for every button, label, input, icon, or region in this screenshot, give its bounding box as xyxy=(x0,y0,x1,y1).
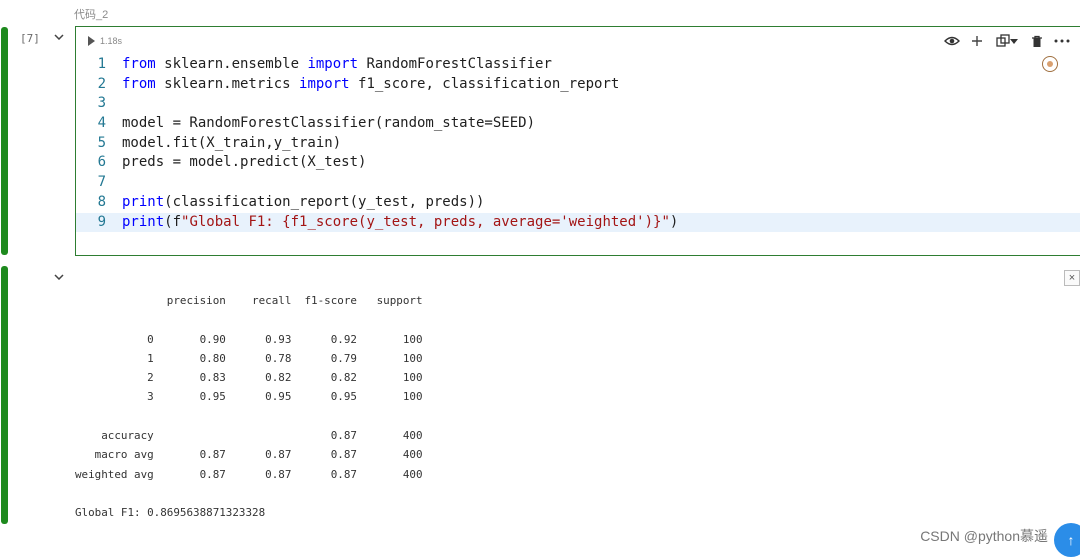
scroll-top-icon[interactable]: ↑ xyxy=(1054,523,1080,557)
trash-icon[interactable] xyxy=(1029,33,1045,49)
code-token: import xyxy=(307,56,359,72)
eye-icon[interactable] xyxy=(944,33,960,49)
code-text: from sklearn.metrics import f1_score, cl… xyxy=(122,75,619,95)
run-icon[interactable] xyxy=(88,36,95,46)
cell-input-bar[interactable] xyxy=(1,27,8,255)
line-number: 9 xyxy=(97,213,106,230)
line-number: 5 xyxy=(97,134,106,151)
close-icon[interactable]: × xyxy=(1064,270,1080,286)
code-token: RandomForestClassifier xyxy=(358,56,552,72)
code-line[interactable]: 4 model = RandomForestClassifier(random_s… xyxy=(76,114,1080,134)
code-line[interactable]: 8 print(classification_report(y_test, pre… xyxy=(76,193,1080,213)
code-line[interactable]: 2 from sklearn.metrics import f1_score, c… xyxy=(76,75,1080,95)
line-number: 3 xyxy=(97,95,106,112)
collapse-input-chevron-icon[interactable] xyxy=(52,30,66,44)
code-token: sklearn.metrics xyxy=(155,75,300,92)
code-line[interactable]: 6 preds = model.predict(X_test) xyxy=(76,153,1080,173)
copy-icon[interactable] xyxy=(994,33,1020,49)
cell-output: precision recall f1-score support 0 0.90… xyxy=(75,294,423,520)
code-text: from sklearn.ensemble import RandomFores… xyxy=(122,55,552,75)
code-token: f1_score, classification_report xyxy=(349,75,620,92)
code-text: print(classification_report(y_test, pred… xyxy=(122,193,484,213)
code-token: preds = model.predict(X_test) xyxy=(122,154,367,171)
code-editor[interactable]: 1.18s 1 from sklearn.ensemble import Rand… xyxy=(75,26,1080,256)
code-area[interactable]: 1 from sklearn.ensemble import RandomFore… xyxy=(76,55,1080,233)
collapse-output-chevron-icon[interactable] xyxy=(52,270,66,284)
code-token: from xyxy=(122,75,156,92)
line-number: 2 xyxy=(97,75,106,92)
cell-output-bar[interactable] xyxy=(1,266,8,524)
code-token: from xyxy=(122,56,156,72)
execution-count: [7] xyxy=(20,32,40,45)
line-number: 1 xyxy=(97,56,106,72)
chevron-down-icon[interactable] xyxy=(1010,38,1018,44)
code-line[interactable]: 1 from sklearn.ensemble import RandomFore… xyxy=(76,55,1080,75)
code-token: (f xyxy=(164,213,182,230)
code-token: "Global F1: {f1_score(y_test, preds, ave… xyxy=(181,213,670,230)
code-token: ) xyxy=(669,213,679,230)
run-time: 1.18s xyxy=(100,36,123,46)
code-text: model.fit(X_train,y_train) xyxy=(122,134,341,154)
code-line[interactable]: 9 print(f"Global F1: {f1_score(y_test, pr… xyxy=(76,212,1080,233)
code-text: model = RandomForestClassifier(random_st… xyxy=(122,114,535,134)
code-token: model.fit(X_train,y_train) xyxy=(122,134,342,151)
code-text: preds = model.predict(X_test) xyxy=(122,153,366,173)
cell-title: 代码_2 xyxy=(74,9,109,21)
code-token: print xyxy=(122,213,165,230)
plus-icon[interactable] xyxy=(969,33,985,49)
code-token: model = RandomForestClassifier(random_st… xyxy=(122,115,536,132)
run-info: 1.18s xyxy=(88,36,122,46)
code-line[interactable]: 5 model.fit(X_train,y_train) xyxy=(76,134,1080,154)
code-token: sklearn.ensemble xyxy=(155,56,308,72)
code-line[interactable]: 7 xyxy=(76,173,1080,193)
code-text: print(f"Global F1: {f1_score(y_test, pre… xyxy=(122,213,678,233)
code-token: import xyxy=(299,75,350,92)
line-number: 6 xyxy=(97,154,106,171)
watermark: CSDN @python慕遥 xyxy=(920,528,1048,544)
code-token: print xyxy=(122,193,165,210)
code-token: (classification_report(y_test, preds)) xyxy=(164,193,485,210)
line-number: 4 xyxy=(97,115,106,132)
line-number: 7 xyxy=(97,174,106,191)
more-icon[interactable] xyxy=(1054,33,1070,49)
cell-toolbar xyxy=(944,33,1070,49)
line-number: 8 xyxy=(97,193,106,210)
code-line[interactable]: 3 xyxy=(76,94,1080,114)
